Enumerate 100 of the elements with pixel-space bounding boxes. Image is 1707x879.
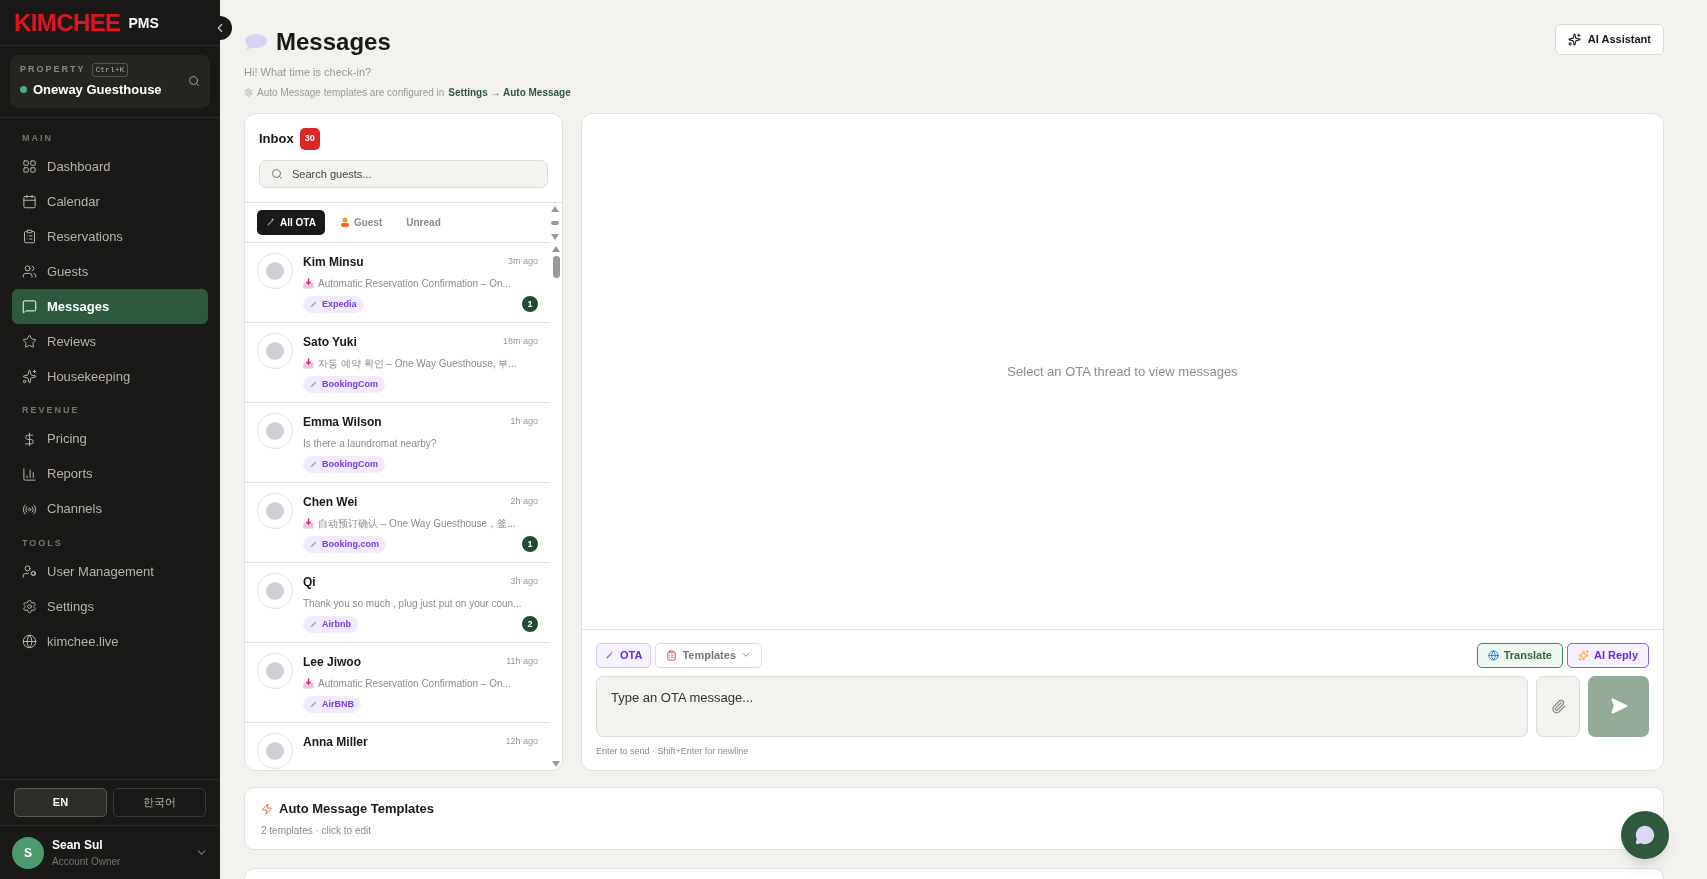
config-note: Auto Message templates are configured in bbox=[257, 85, 445, 100]
chat-button[interactable] bbox=[1621, 811, 1669, 859]
person-icon bbox=[339, 217, 350, 227]
logo-suffix: PMS bbox=[128, 15, 159, 30]
nav-icon bbox=[22, 431, 37, 447]
nav-icon bbox=[22, 599, 37, 614]
message-preview: Is there a laundromat nearby? bbox=[303, 436, 437, 451]
globe-icon bbox=[1487, 649, 1499, 661]
user-role: Account Owner bbox=[52, 855, 122, 869]
nav-item[interactable]: Pricing bbox=[12, 421, 208, 457]
nav-icon bbox=[22, 466, 37, 482]
message-preview: Automatic Reservation Confirmation – On... bbox=[318, 276, 511, 291]
wand-icon bbox=[310, 380, 318, 389]
channel-tag: BookingCom bbox=[303, 375, 385, 393]
wand-icon bbox=[310, 540, 318, 549]
message-preview: 自动预订确认 – One Way Guesthouse，釜... bbox=[318, 516, 516, 531]
nav-icon bbox=[22, 194, 37, 209]
unread-badge: 1 bbox=[522, 296, 538, 313]
unread-badge: 2 bbox=[522, 616, 538, 633]
thread-item[interactable]: Kim Minsu 3m ago Automatic Reservation Confirmation – On... Expedia 1 bbox=[245, 242, 550, 323]
nav-item[interactable]: Settings bbox=[12, 589, 208, 624]
inbox-count-badge: 30 bbox=[299, 128, 320, 150]
channel-tag: Expedia bbox=[303, 295, 364, 313]
message-preview: Automatic Reservation Confirmation – On... bbox=[318, 676, 511, 691]
sparkles-icon bbox=[1567, 33, 1581, 46]
language-button[interactable]: EN bbox=[14, 788, 107, 817]
search-icon bbox=[271, 167, 283, 180]
property-name: Oneway Guesthouse bbox=[33, 81, 162, 99]
section-heading: MAIN bbox=[21, 131, 54, 145]
nav-item[interactable]: Housekeeping bbox=[12, 359, 208, 394]
nav-icon bbox=[22, 264, 37, 279]
nav-item[interactable]: Reservations bbox=[12, 219, 208, 254]
thread-time: 2h ago bbox=[510, 494, 538, 508]
send-icon bbox=[1609, 697, 1628, 715]
settings-link[interactable]: Settings → Auto Message bbox=[448, 84, 571, 100]
nav-icon bbox=[22, 299, 37, 314]
thread-time: 11h ago bbox=[506, 654, 538, 668]
templates-dropdown[interactable]: Templates bbox=[655, 642, 762, 668]
wand-icon bbox=[310, 460, 318, 469]
thread-time: 1h ago bbox=[510, 414, 538, 428]
wand-icon bbox=[605, 650, 615, 660]
thread-item[interactable]: Emma Wilson 1h ago Is there a laundromat nearby? BookingCom bbox=[245, 402, 550, 483]
thread-item[interactable]: Lee Jiwoo 11h ago Automatic Reservation Confirmation – On... AirBNB bbox=[245, 642, 550, 723]
search-icon bbox=[188, 75, 200, 88]
user-avatar: S bbox=[12, 836, 44, 869]
nav-item[interactable]: Channels bbox=[12, 491, 208, 527]
channel-tag: BookingCom bbox=[303, 455, 385, 473]
ai-assistant-button[interactable]: AI Assistant bbox=[1554, 24, 1664, 55]
nav-item[interactable]: Reports bbox=[12, 456, 208, 492]
nav-item[interactable]: Messages bbox=[12, 289, 208, 324]
nav-item[interactable]: Reviews bbox=[12, 324, 208, 359]
guest-name: Kim Minsu bbox=[303, 253, 364, 271]
thread-time: 18m ago bbox=[502, 334, 538, 348]
paperclip-icon bbox=[1550, 698, 1566, 714]
gear-icon bbox=[244, 87, 253, 97]
attach-button[interactable] bbox=[1536, 675, 1580, 737]
ai-reply-button[interactable]: AI Reply bbox=[1567, 642, 1649, 668]
nav-item[interactable]: kimchee.live bbox=[12, 624, 208, 659]
inbox-title: Inbox bbox=[259, 130, 294, 148]
message-preview: Thank you so much , plug just put on your coun... bbox=[303, 596, 522, 611]
ota-mode-button[interactable]: OTA bbox=[596, 642, 652, 668]
search-field[interactable]: Search guests... bbox=[259, 159, 548, 188]
filter-tab[interactable]: All OTA bbox=[257, 209, 325, 235]
property-label: PROPERTY bbox=[20, 63, 86, 77]
guest-name: Qi bbox=[303, 573, 316, 591]
card-subtitle: 2 templates · click to edit bbox=[261, 823, 373, 838]
language-button[interactable]: 한국어 bbox=[113, 788, 206, 817]
nav-icon bbox=[22, 634, 37, 649]
nav-item[interactable]: User Management bbox=[12, 554, 208, 589]
message-preview: 자동 예약 확인 – One Way Guesthouse, 부... bbox=[318, 356, 517, 371]
guest-name: Sato Yuki bbox=[303, 333, 357, 351]
guest-name: Anna Miller bbox=[303, 733, 368, 751]
thread-time: 3h ago bbox=[510, 574, 538, 588]
clipboard-icon bbox=[666, 649, 678, 661]
channel-tag: Airbnb bbox=[303, 615, 358, 633]
auto-templates-card[interactable]: Auto Message Templates 2 templates · click to edit bbox=[244, 787, 1664, 850]
nav-item[interactable]: Calendar bbox=[12, 184, 208, 219]
sparkles-icon bbox=[1578, 649, 1589, 661]
shortcut-key: Ctrl+K bbox=[91, 63, 129, 77]
message-input[interactable]: Type an OTA message... bbox=[596, 675, 1528, 737]
thread-item[interactable]: Qi 3h ago Thank you so much , plug just put on your coun... Airbnb 2 bbox=[245, 562, 550, 643]
translate-button[interactable]: Translate bbox=[1476, 642, 1563, 668]
thread-time: 12h ago bbox=[505, 734, 538, 748]
nav-item[interactable]: Guests bbox=[12, 254, 208, 289]
thread-item[interactable]: Sato Yuki 18m ago 자동 예약 확인 – One Way Guesthouse, 부... BookingCom bbox=[245, 322, 550, 403]
speech-bubble-icon bbox=[244, 33, 268, 51]
guest-name: Lee Jiwoo bbox=[303, 653, 361, 671]
channel-tag: AirBNB bbox=[303, 695, 361, 713]
page-title: Messages bbox=[276, 27, 391, 57]
nav-item[interactable]: Dashboard bbox=[12, 149, 208, 184]
property-switcher[interactable]: PROPERTY Ctrl+K Oneway Guesthouse bbox=[10, 55, 210, 108]
lightning-icon bbox=[261, 803, 273, 815]
send-button[interactable] bbox=[1588, 675, 1649, 737]
thread-item[interactable]: Chen Wei 2h ago 自动预订确认 – One Way Guesthouse，釜... Booking.com 1 bbox=[245, 482, 550, 563]
thread-time: 3m ago bbox=[507, 254, 538, 268]
logo: KIMCHEE bbox=[14, 10, 121, 35]
chevron-down-icon bbox=[741, 650, 751, 660]
chat-icon bbox=[1635, 825, 1655, 845]
empty-state-text: Select an OTA thread to view messages bbox=[1007, 362, 1238, 381]
guest-name: Chen Wei bbox=[303, 493, 358, 511]
